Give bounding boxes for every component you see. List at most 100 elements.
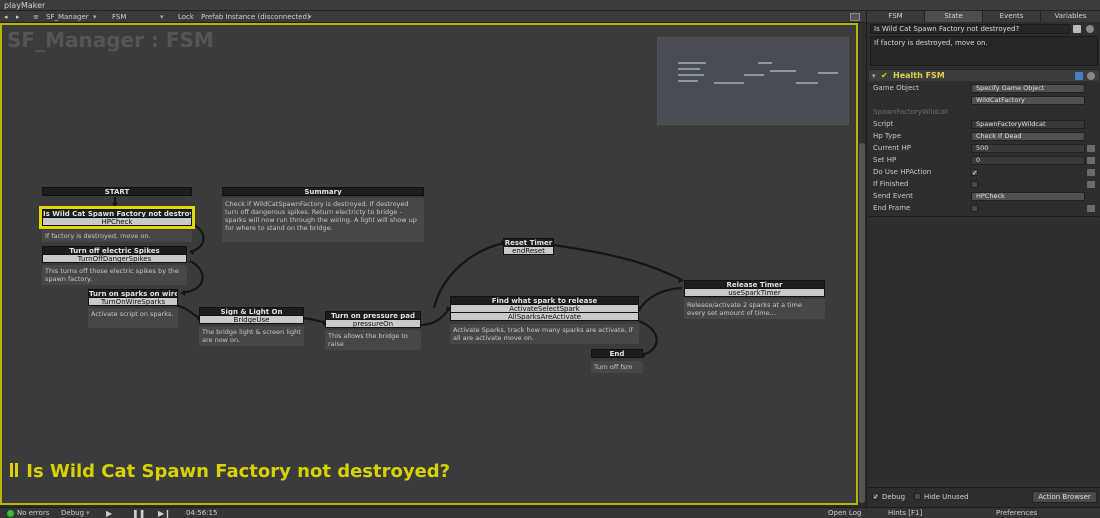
field-label: Script	[873, 120, 894, 128]
state-title: Release Timer	[684, 280, 825, 289]
do-use-hpaction-checkbox[interactable]: ✓	[971, 169, 978, 177]
transition-turnonwiresparks[interactable]: TurnOnWireSparks	[88, 298, 178, 306]
state-title: End	[591, 349, 643, 358]
state-description-field[interactable]: If factory is destroyed, move on.	[870, 36, 1098, 66]
field-label: Send Event	[873, 192, 913, 200]
start-node[interactable]: START	[42, 187, 192, 196]
debug-checkbox[interactable]: ✓	[872, 493, 879, 501]
menu-icon[interactable]: ≡	[33, 11, 39, 23]
gear-icon[interactable]	[1086, 25, 1094, 33]
pause-icon	[15, 463, 18, 477]
state-release-timer[interactable]: Release Timer useSparkTimer	[684, 280, 825, 297]
game-object-value-dropdown[interactable]: WildCatFactory	[971, 96, 1085, 105]
pause-icon	[10, 463, 13, 477]
prefab-status[interactable]: Prefab Instance (disconnected)	[201, 11, 310, 23]
collapse-icon[interactable]: ▾	[872, 72, 876, 80]
field-do-use-hpaction: Do Use HPAction ✓	[873, 167, 1095, 178]
state-turn-on-sparks[interactable]: Turn on sparks on wire TurnOnWireSparks	[88, 289, 178, 306]
state-title: Sign & Light On	[199, 307, 304, 316]
status-ok-icon	[7, 510, 14, 517]
set-hp-input[interactable]: 0	[971, 156, 1085, 165]
state-turn-on-pressure-pad[interactable]: Turn on pressure pad pressureOn	[325, 311, 421, 328]
script-object-field[interactable]: SpawnFactoryWildcat	[971, 120, 1085, 129]
summary-title: Summary	[222, 187, 424, 196]
transition-usesparktimer[interactable]: useSparkTimer	[684, 289, 825, 297]
state-description: The bridge light & screen light are now …	[199, 326, 304, 346]
enabled-check-icon[interactable]: ✔	[881, 71, 888, 80]
state-is-wild-cat-factory[interactable]: Is Wild Cat Spawn Factory not destroyed …	[39, 206, 195, 229]
fsm-graph-canvas[interactable]: SF_Manager : FSM START Summary Check if …	[0, 23, 858, 505]
pause-icon[interactable]: ❚❚	[132, 508, 145, 518]
summary-description: Check if WildCatSpawnFactory is destroye…	[222, 198, 424, 242]
if-finished-checkbox[interactable]	[971, 181, 978, 188]
forward-button[interactable]: ▸	[16, 11, 20, 23]
variable-menu-icon[interactable]	[1087, 157, 1095, 164]
transition-turnoffdangerspikes[interactable]: TurnOffDangerSpikes	[42, 255, 187, 263]
field-hp-type: Hp Type Check If Dead	[873, 131, 1095, 142]
chevron-down-icon: ▾	[160, 13, 164, 21]
maximize-icon[interactable]	[850, 13, 860, 21]
script-section-header: SpawnFactoryWildcat	[873, 108, 948, 116]
field-label: Set HP	[873, 156, 897, 164]
state-description: Turn off fsm	[591, 361, 643, 373]
field-label: Hp Type	[873, 132, 902, 140]
current-hp-input[interactable]: 500	[971, 144, 1085, 153]
lock-toggle[interactable]: Lock	[178, 11, 194, 23]
debug-mode-dropdown[interactable]: Debug	[61, 508, 84, 518]
end-frame-checkbox[interactable]	[971, 205, 978, 212]
transition-allsparksareactivate[interactable]: AllSparksAreActivate	[450, 313, 639, 321]
fsm-selector[interactable]: FSM	[112, 11, 126, 23]
help-icon[interactable]	[1075, 72, 1083, 80]
window-title-bar: playMaker	[0, 0, 1100, 11]
state-title: Turn off electric Spikes	[42, 246, 187, 255]
chevron-down-icon: ▾	[308, 13, 312, 21]
play-icon[interactable]: ▶	[106, 508, 112, 518]
transition-pressureon[interactable]: pressureOn	[325, 320, 421, 328]
field-send-event: Send Event HPCheck	[873, 191, 1095, 202]
transition-activateselectspark[interactable]: ActivateSelectSpark	[450, 305, 639, 313]
state-reset-timer[interactable]: Reset Timer endReset	[503, 238, 554, 255]
state-title: Is Wild Cat Spawn Factory not destroyed	[42, 209, 192, 218]
debug-label: Debug	[882, 493, 906, 501]
field-end-frame: End Frame	[873, 203, 1095, 214]
error-count[interactable]: No errors	[17, 508, 49, 518]
hints-button[interactable]: Hints [F1]	[888, 508, 922, 518]
back-button[interactable]: ◂	[4, 11, 8, 23]
tab-events[interactable]: Events	[983, 11, 1041, 22]
open-log-button[interactable]: Open Log	[828, 508, 861, 518]
inspector-panel: FSM State Events Variables Is Wild Cat S…	[866, 11, 1100, 507]
color-swatch-icon[interactable]	[1073, 25, 1081, 33]
hp-type-dropdown[interactable]: Check If Dead	[971, 132, 1085, 141]
tab-variables[interactable]: Variables	[1041, 11, 1100, 22]
state-description: Activate script on sparks.	[88, 308, 178, 328]
state-find-spark[interactable]: Find what spark to release ActivateSelec…	[450, 296, 639, 321]
hide-unused-checkbox[interactable]	[914, 493, 921, 500]
preferences-button[interactable]: Preferences	[996, 508, 1037, 518]
action-browser-button[interactable]: Action Browser	[1032, 491, 1097, 503]
variable-menu-icon[interactable]	[1087, 169, 1095, 176]
gear-icon[interactable]	[1087, 72, 1095, 80]
scrollbar-thumb[interactable]	[859, 143, 865, 503]
summary-node[interactable]: Summary	[222, 187, 424, 196]
variable-menu-icon[interactable]	[1087, 145, 1095, 152]
action-header[interactable]: ▾ ✔ Health FSM	[869, 69, 1099, 81]
tab-state[interactable]: State	[925, 11, 983, 22]
inspector-footer: ✓ Debug Hide Unused Action Browser	[867, 487, 1100, 507]
transition-bridgeuse[interactable]: BridgeUse	[199, 316, 304, 324]
state-title: Reset Timer	[503, 238, 554, 247]
transition-hpcheck[interactable]: HPCheck	[42, 218, 192, 226]
state-name-field[interactable]: Is Wild Cat Spawn Factory not destroyed?	[870, 24, 1070, 34]
send-event-dropdown[interactable]: HPCheck	[971, 192, 1085, 201]
state-sign-light-on[interactable]: Sign & Light On BridgeUse	[199, 307, 304, 324]
field-game-object-value: WildCatFactory	[873, 95, 1095, 106]
game-object-mode-dropdown[interactable]: Specify Game Object	[971, 84, 1085, 93]
transition-endreset[interactable]: endReset	[503, 247, 554, 255]
tab-fsm[interactable]: FSM	[867, 11, 925, 22]
graph-scrollbar[interactable]	[858, 23, 866, 505]
variable-menu-icon[interactable]	[1087, 181, 1095, 188]
state-end[interactable]: End	[591, 349, 643, 358]
variable-menu-icon[interactable]	[1087, 205, 1095, 212]
game-object-selector[interactable]: SF_Manager	[46, 11, 89, 23]
step-icon[interactable]: ▶❙	[158, 508, 171, 518]
state-turn-off-spikes[interactable]: Turn off electric Spikes TurnOffDangerSp…	[42, 246, 187, 263]
